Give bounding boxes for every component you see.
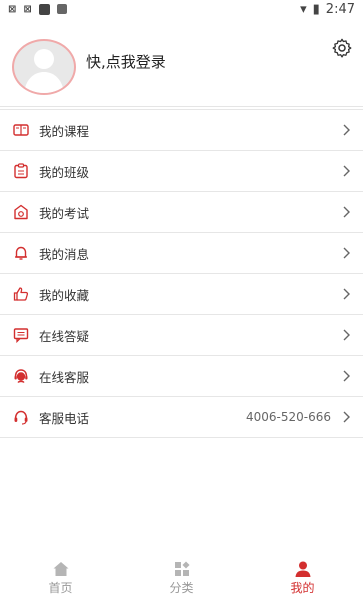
battery-icon: ▮ — [312, 1, 320, 17]
menu-item-qa[interactable]: 在线答疑 — [0, 315, 363, 356]
tab-label: 我的 — [290, 580, 315, 595]
avatar[interactable] — [12, 39, 76, 95]
headset-icon — [14, 410, 28, 425]
chevron-right-icon — [343, 165, 350, 177]
login-prompt[interactable]: 快,点我登录 — [86, 51, 166, 72]
menu-item-label: 在线客服 — [39, 369, 90, 385]
bell-icon — [15, 246, 27, 260]
profile-header[interactable]: 快,点我登录 — [0, 18, 363, 107]
clock-time: 2:47 — [325, 1, 355, 17]
chevron-right-icon — [343, 124, 350, 136]
status-left-icons: ⊠ ⊠ — [8, 3, 67, 15]
chevron-right-icon — [343, 288, 350, 300]
menu-item-label: 客服电话 — [39, 410, 90, 426]
chevron-right-icon — [343, 206, 350, 218]
book-icon — [13, 124, 29, 136]
grid-icon — [174, 560, 190, 576]
menu-item-label: 我的收藏 — [39, 287, 90, 303]
gear-icon[interactable] — [331, 37, 353, 59]
chat-icon — [13, 328, 29, 343]
tab-label: 首页 — [48, 580, 73, 595]
wifi-icon: ▾ — [300, 1, 307, 17]
menu-item-label: 我的课程 — [39, 123, 90, 139]
chevron-right-icon — [343, 329, 350, 341]
menu-item-classes[interactable]: 我的班级 — [0, 151, 363, 192]
menu-item-exams[interactable]: 我的考试 — [0, 192, 363, 233]
tab-category[interactable]: 分类 — [121, 555, 242, 600]
thumbs-up-icon — [13, 287, 29, 301]
clipboard-icon — [14, 163, 28, 179]
font-icon — [56, 4, 67, 14]
app-notification-icon — [38, 3, 50, 15]
menu-item-courses[interactable]: 我的课程 — [0, 110, 363, 151]
menu-item-favorites[interactable]: 我的收藏 — [0, 274, 363, 315]
chevron-right-icon — [343, 411, 350, 423]
menu-item-online-service[interactable]: 在线客服 — [0, 356, 363, 397]
bottom-tab-bar: 首页 分类 我的 — [0, 555, 363, 600]
menu-item-label: 我的班级 — [39, 164, 90, 180]
tab-label: 分类 — [169, 580, 194, 595]
chevron-right-icon — [343, 247, 350, 259]
menu-list: 我的课程 我的班级 我的考试 我的消息 我的收藏 在线答疑 在线客服 客服电话 … — [0, 109, 363, 438]
status-bar: ⊠ ⊠ ▾ ▮ 2:47 — [0, 0, 363, 18]
avatar-placeholder-icon — [24, 49, 64, 93]
customer-service-icon — [14, 369, 28, 383]
menu-item-hotline[interactable]: 客服电话 4006-520-666 — [0, 397, 363, 438]
sim-icon: ⊠ — [23, 3, 32, 15]
exam-icon — [14, 204, 28, 220]
tab-home[interactable]: 首页 — [0, 555, 121, 600]
menu-item-label: 我的考试 — [39, 205, 90, 221]
status-right: ▾ ▮ 2:47 — [300, 2, 355, 17]
home-icon — [53, 561, 68, 576]
menu-item-label: 我的消息 — [39, 246, 90, 262]
chevron-right-icon — [343, 370, 350, 382]
user-icon — [295, 561, 310, 577]
tab-mine[interactable]: 我的 — [242, 555, 363, 600]
menu-item-label: 在线答疑 — [39, 328, 90, 344]
sim-icon: ⊠ — [8, 3, 17, 15]
hotline-number[interactable]: 4006-520-666 — [246, 410, 331, 424]
menu-item-messages[interactable]: 我的消息 — [0, 233, 363, 274]
